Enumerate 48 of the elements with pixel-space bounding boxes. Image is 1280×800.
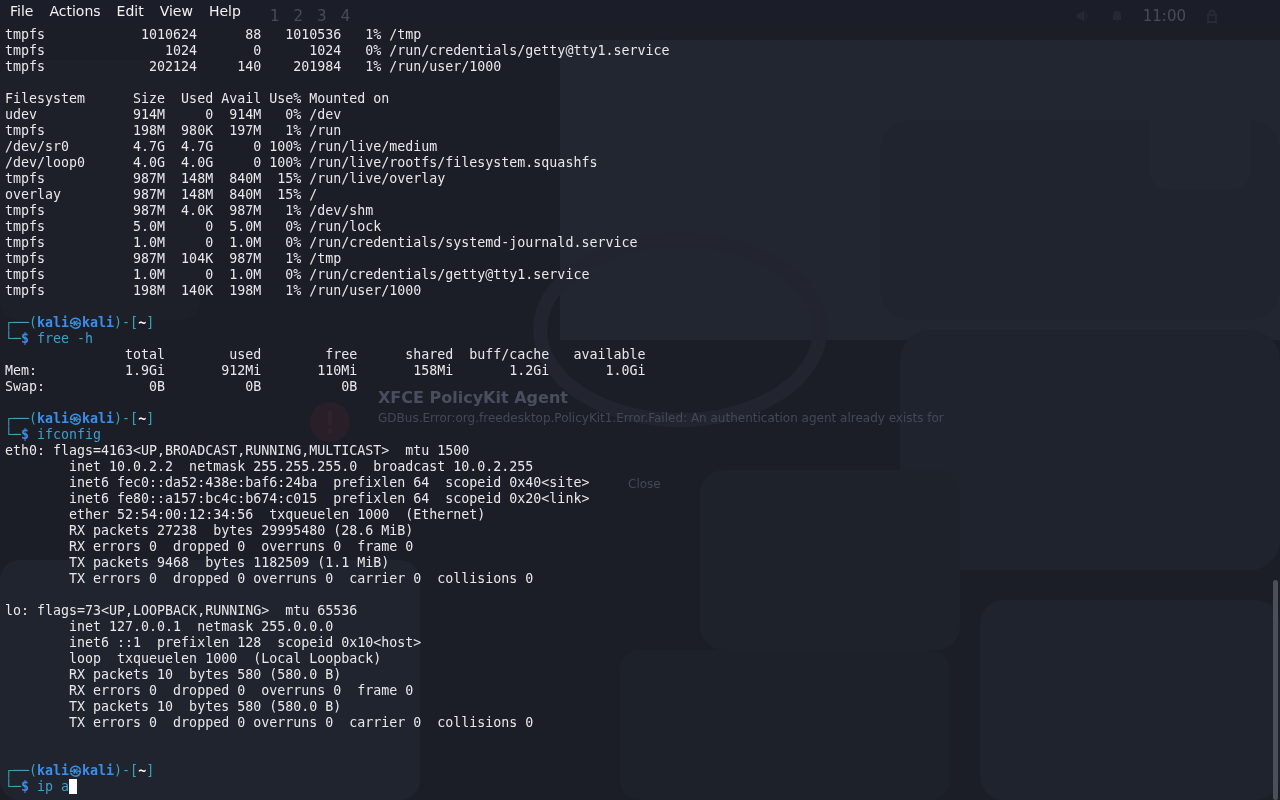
terminal-line: RX packets 10 bytes 580 (580.0 B) [68, 667, 342, 683]
terminal-line: TX packets 10 bytes 580 (580.0 B) [68, 699, 342, 715]
prompt-line: ┌──(kali㉿kali)-[~] [5, 763, 155, 779]
terminal-line: TX packets 9468 bytes 1182509 (1.1 MiB) [68, 555, 390, 571]
terminal-line: tmpfs 198M 980K 197M 1% /run [5, 123, 342, 139]
terminal-line: inet 10.0.2.2 netmask 255.255.255.0 broadcast 10.0.2.255 [68, 459, 534, 475]
terminal-line: eth0: flags=4163<UP,BROADCAST,RUNNING,MULTICAST> mtu 1500 [5, 443, 470, 459]
menu-item[interactable]: Edit [116, 3, 144, 19]
terminal-line: /dev/sr0 4.7G 4.7G 0 100% /run/live/medium [5, 139, 438, 155]
scrollbar[interactable] [1273, 580, 1278, 800]
terminal-line: tmpfs 202124 140 201984 1% /run/user/1000 [5, 59, 502, 75]
terminal-line: RX errors 0 dropped 0 overruns 0 frame 0 [68, 539, 414, 555]
menu-item[interactable]: Actions [49, 3, 101, 19]
terminal-line: inet 127.0.0.1 netmask 255.0.0.0 [68, 619, 334, 635]
terminal-line: Swap: 0B 0B 0B [5, 379, 358, 395]
terminal-line: tmpfs 5.0M 0 5.0M 0% /run/lock [5, 219, 382, 235]
command-line: └─$ ifconfig [5, 427, 102, 443]
terminal-line: Mem: 1.9Gi 912Mi 110Mi 158Mi 1.2Gi 1.0Gi [5, 363, 646, 379]
terminal-line: total used free shared buff/cache available [124, 347, 646, 363]
terminal-line: inet6 fec0::da52:438e:baf6:24ba prefixlen 64 scopeid 0x40<site> [68, 475, 590, 491]
menu-item[interactable]: View [159, 3, 193, 19]
terminal-line: tmpfs 987M 104K 987M 1% /tmp [5, 251, 342, 267]
terminal-line: /dev/loop0 4.0G 4.0G 0 100% /run/live/rootfs/filesystem.squashfs [5, 155, 598, 171]
terminal-line: RX errors 0 dropped 0 overruns 0 frame 0 [68, 683, 414, 699]
terminal-line: tmpfs 987M 148M 840M 15% /run/live/overlay [5, 171, 446, 187]
terminal-line: Filesystem Size Used Avail Use% Mounted on [5, 91, 390, 107]
terminal-line: inet6 ::1 prefixlen 128 scopeid 0x10<host> [68, 635, 422, 651]
menu-item[interactable]: Help [208, 3, 241, 19]
terminal-line: TX errors 0 dropped 0 overruns 0 carrier 0 collisions 0 [68, 715, 534, 731]
terminal-line: lo: flags=73<UP,LOOPBACK,RUNNING> mtu 65536 [5, 603, 358, 619]
terminal-line: inet6 fe80::a157:bc4c:b674:c015 prefixlen 64 scopeid 0x20<link> [68, 491, 590, 507]
command-line: └─$ free -h [5, 331, 94, 347]
terminal-line: TX errors 0 dropped 0 overruns 0 carrier 0 collisions 0 [68, 571, 534, 587]
terminal-line: tmpfs 198M 140K 198M 1% /run/user/1000 [5, 283, 422, 299]
terminal-line: ether 52:54:00:12:34:56 txqueuelen 1000 (Ethernet) [68, 507, 486, 523]
menu-item[interactable]: File [10, 3, 34, 19]
terminal-line: loop txqueuelen 1000 (Local Loopback) [68, 651, 382, 667]
terminal-line: tmpfs 1010624 88 1010536 1% /tmp [5, 27, 422, 43]
terminal-line: tmpfs 1024 0 1024 0% /run/credentials/getty@tty1.service [5, 43, 670, 59]
terminal-line: tmpfs 987M 4.0K 987M 1% /dev/shm [5, 203, 374, 219]
prompt-line: ┌──(kali㉿kali)-[~] [5, 411, 155, 427]
terminal-line: RX packets 27238 bytes 29995480 (28.6 MiB) [68, 523, 414, 539]
terminal-line: tmpfs 1.0M 0 1.0M 0% /run/credentials/systemd-journald.service [5, 235, 638, 251]
terminal-line: udev 914M 0 914M 0% /dev [5, 107, 342, 123]
terminal-line: tmpfs 1.0M 0 1.0M 0% /run/credentials/getty@tty1.service [5, 267, 590, 283]
prompt-line: ┌──(kali㉿kali)-[~] [5, 315, 155, 331]
terminal-line: overlay 987M 148M 840M 15% / [5, 187, 318, 203]
command-line: └─$ ip a [5, 779, 78, 795]
